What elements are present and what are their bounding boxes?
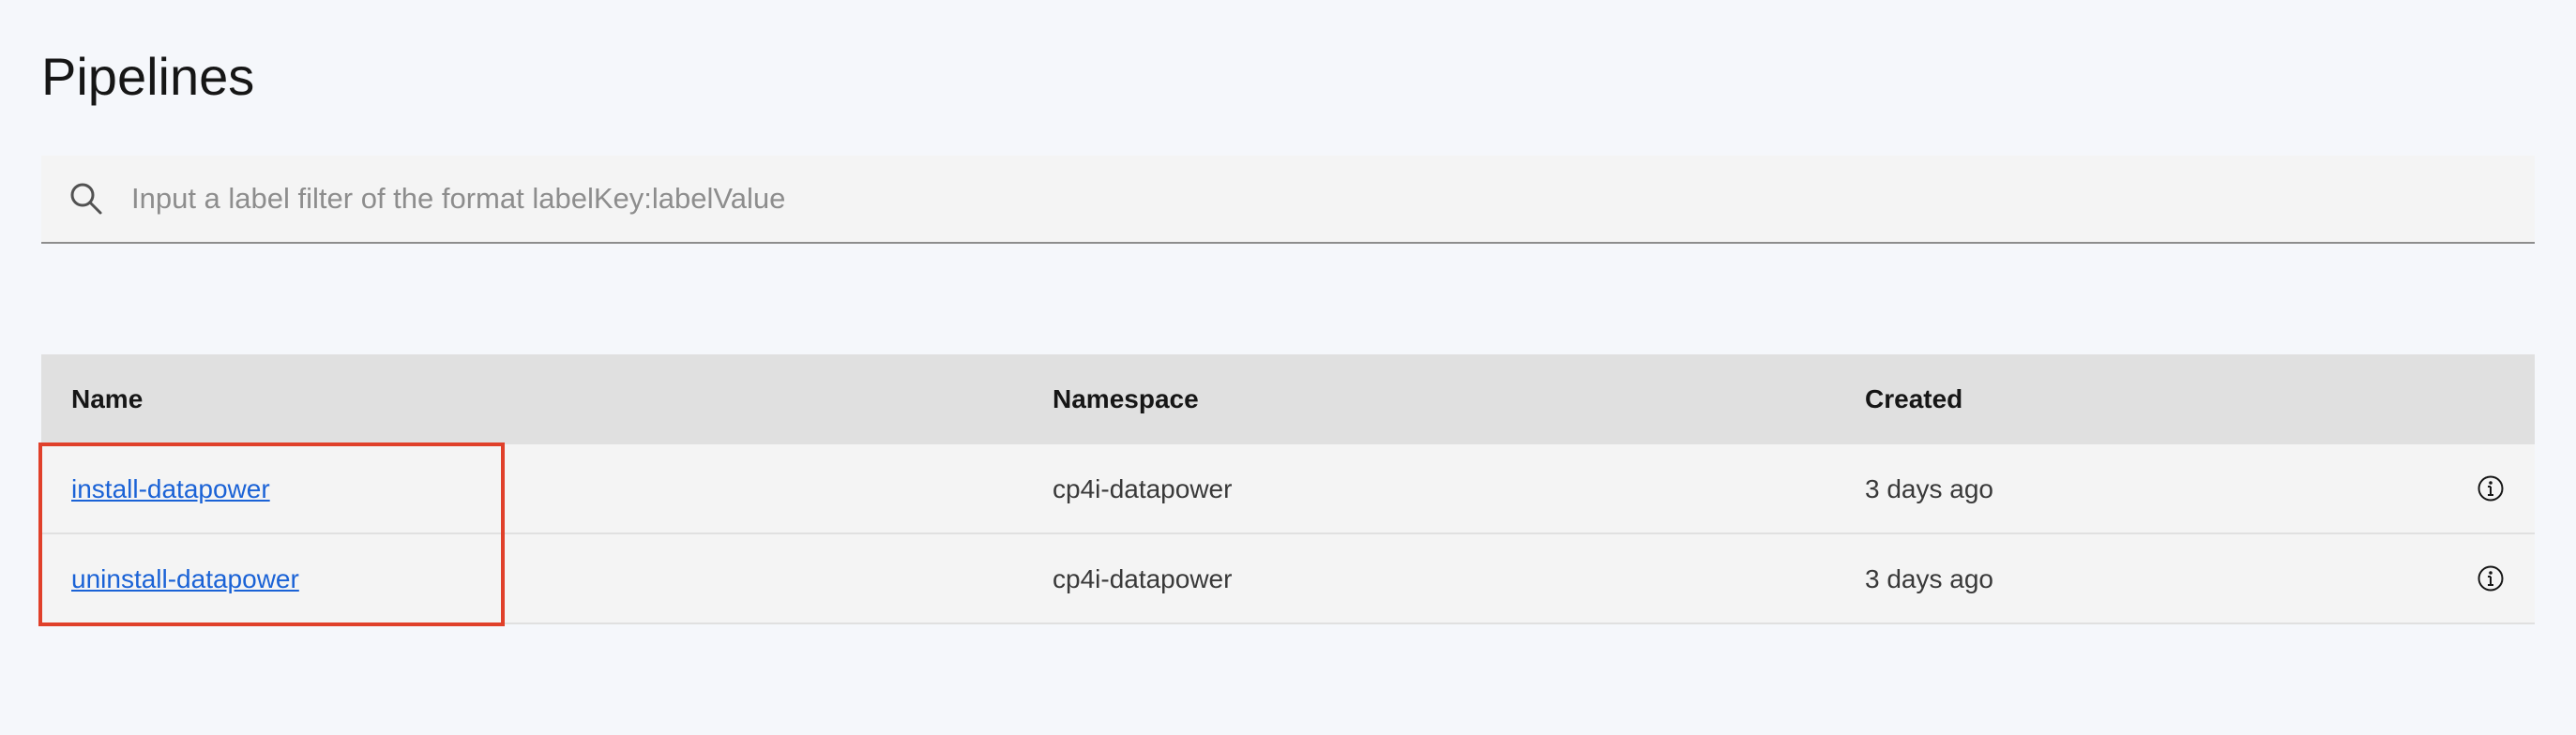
page-title: Pipelines <box>41 47 255 106</box>
pipelines-page: Pipelines Name Namespace Created install… <box>0 0 2576 735</box>
created-cell: 3 days ago <box>1865 564 1993 593</box>
column-header-name[interactable]: Name <box>71 384 143 414</box>
label-filter-search[interactable] <box>41 156 2535 244</box>
label-filter-input[interactable] <box>131 156 2535 242</box>
search-icon <box>70 183 102 215</box>
column-header-created[interactable]: Created <box>1865 384 1962 414</box>
pipelines-table: Name Namespace Created install-datapower… <box>41 354 2535 624</box>
column-header-namespace[interactable]: Namespace <box>1053 384 1199 414</box>
pipeline-link-uninstall-datapower[interactable]: uninstall-datapower <box>71 564 299 593</box>
table-row: install-datapower cp4i-datapower 3 days … <box>41 444 2535 534</box>
namespace-cell: cp4i-datapower <box>1053 564 1233 593</box>
pipeline-name-cell: install-datapower <box>71 444 270 534</box>
info-icon[interactable] <box>2477 564 2505 592</box>
namespace-cell: cp4i-datapower <box>1053 474 1233 503</box>
info-icon[interactable] <box>2477 474 2505 502</box>
table-header: Name Namespace Created <box>41 354 2535 444</box>
table-row: uninstall-datapower cp4i-datapower 3 day… <box>41 534 2535 624</box>
pipeline-link-install-datapower[interactable]: install-datapower <box>71 474 270 503</box>
created-cell: 3 days ago <box>1865 474 1993 503</box>
pipeline-name-cell: uninstall-datapower <box>71 534 299 624</box>
